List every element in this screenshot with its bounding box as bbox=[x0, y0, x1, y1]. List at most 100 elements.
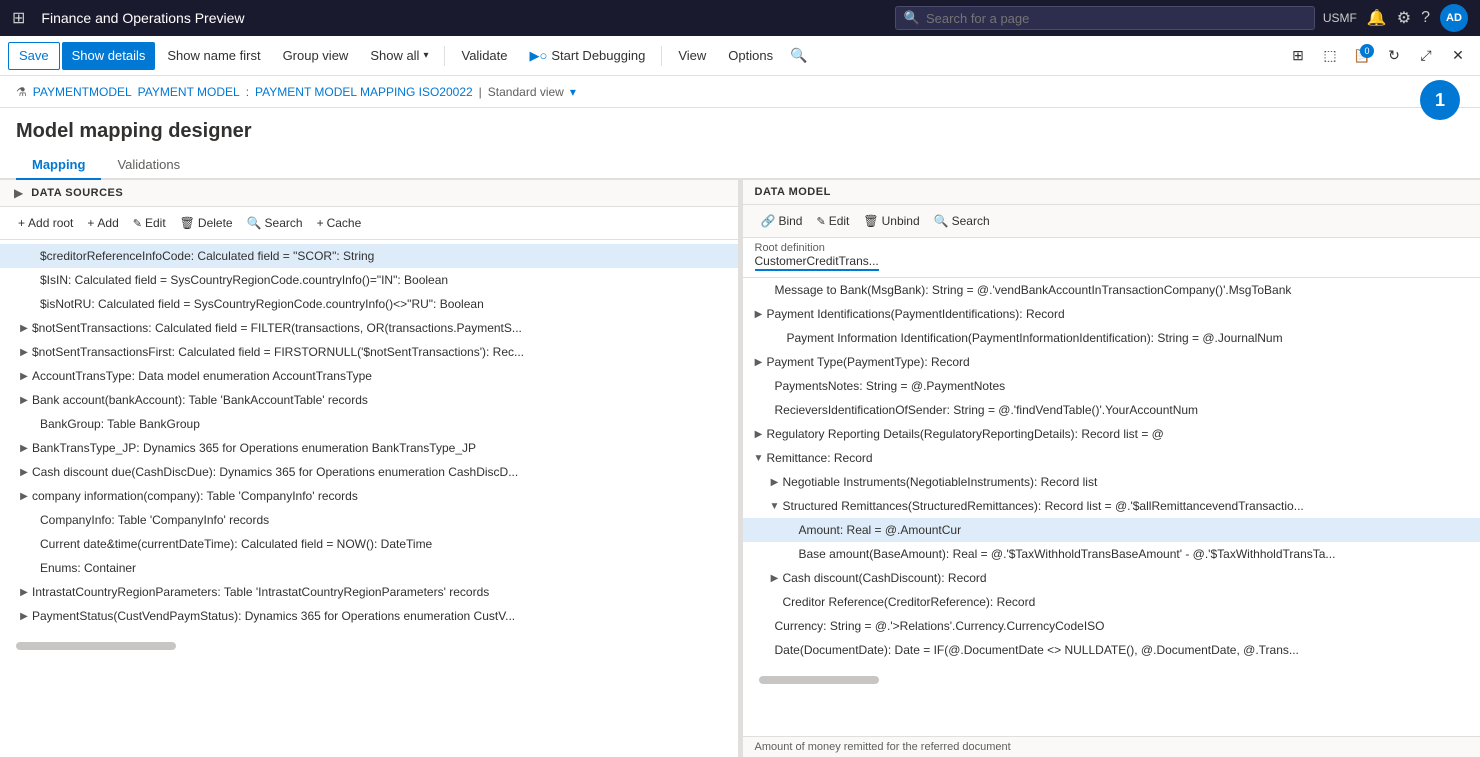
tree-item[interactable]: ▶ $notSentTransactionsFirst: Calculated … bbox=[0, 340, 738, 364]
start-debugging-button[interactable]: ▶○ Start Debugging bbox=[520, 42, 656, 70]
tree-item[interactable]: $IsIN: Calculated field = SysCountryRegi… bbox=[0, 268, 738, 292]
breadcrumb-sep1: : bbox=[246, 85, 249, 99]
toolbar-icon-3[interactable]: 📋 0 bbox=[1348, 42, 1376, 70]
tree-item[interactable]: Date(DocumentDate): Date = IF(@.Document… bbox=[743, 638, 1480, 662]
tree-item[interactable]: Current date&time(currentDateTime): Calc… bbox=[0, 532, 738, 556]
unbind-icon: 🗑 bbox=[863, 214, 878, 228]
edit-button[interactable]: ✎ Edit bbox=[127, 211, 172, 235]
expand-icon[interactable]: ▶ bbox=[16, 464, 32, 480]
search-toolbar-button[interactable]: 🔍 bbox=[785, 42, 813, 70]
data-sources-expand-btn[interactable]: ▶ bbox=[12, 186, 25, 200]
tree-item[interactable]: ▶ Cash discount(CashDiscount): Record bbox=[743, 566, 1480, 590]
tab-validations[interactable]: Validations bbox=[101, 151, 196, 180]
expand-icon[interactable]: ▼ bbox=[767, 498, 783, 514]
maximize-button[interactable]: ⤢ bbox=[1412, 42, 1440, 70]
tree-item[interactable]: Payment Information Identification(Payme… bbox=[743, 326, 1480, 350]
show-name-first-button[interactable]: Show name first bbox=[157, 42, 270, 70]
close-button[interactable]: ✕ bbox=[1444, 42, 1472, 70]
expand-icon[interactable]: ▶ bbox=[16, 392, 32, 408]
expand-icon[interactable]: ▶ bbox=[16, 608, 32, 624]
expand-icon[interactable]: ▶ bbox=[16, 440, 32, 456]
expand-icon[interactable]: ▶ bbox=[16, 320, 32, 336]
tree-item[interactable]: ▶ Negotiable Instruments(NegotiableInstr… bbox=[743, 470, 1480, 494]
tab-mapping[interactable]: Mapping bbox=[16, 151, 101, 180]
tree-item[interactable]: ▶ Payment Type(PaymentType): Record bbox=[743, 350, 1480, 374]
save-button[interactable]: Save bbox=[8, 42, 60, 70]
tree-item[interactable]: ▶ Regulatory Reporting Details(Regulator… bbox=[743, 422, 1480, 446]
search-ds-button[interactable]: 🔍 Search bbox=[241, 211, 309, 235]
expand-icon[interactable]: ▶ bbox=[16, 488, 32, 504]
view-button[interactable]: View bbox=[668, 42, 716, 70]
tree-item[interactable]: $isNotRU: Calculated field = SysCountryR… bbox=[0, 292, 738, 316]
breadcrumb-view-label[interactable]: Standard view bbox=[488, 85, 564, 99]
expand-icon[interactable]: ▶ bbox=[767, 474, 783, 490]
toolbar-icon-1[interactable]: ⊞ bbox=[1284, 42, 1312, 70]
breadcrumb-part1[interactable]: PAYMENTMODEL bbox=[33, 85, 132, 99]
expand-icon[interactable]: ▶ bbox=[751, 354, 767, 370]
toolbar-icon-4[interactable]: ↻ bbox=[1380, 42, 1408, 70]
breadcrumb-chevron[interactable]: ▾ bbox=[570, 85, 576, 99]
tree-item[interactable]: ▶ BankTransType_JP: Dynamics 365 for Ope… bbox=[0, 436, 738, 460]
search-input[interactable] bbox=[926, 11, 1306, 26]
tree-item[interactable]: ▼ Structured Remittances(StructuredRemit… bbox=[743, 494, 1480, 518]
settings-icon[interactable]: ⚙ bbox=[1397, 8, 1411, 28]
delete-button[interactable]: 🗑 Delete bbox=[174, 211, 239, 235]
app-grid-icon[interactable]: ⊞ bbox=[12, 8, 25, 28]
tree-item[interactable]: RecieversIdentificationOfSender: String … bbox=[743, 398, 1480, 422]
expand-icon[interactable]: ▶ bbox=[16, 584, 32, 600]
expand-icon bbox=[759, 402, 775, 418]
data-sources-title: DATA SOURCES bbox=[31, 187, 725, 199]
tree-item[interactable]: Message to Bank(MsgBank): String = @.'ve… bbox=[743, 278, 1480, 302]
plus-icon: + bbox=[18, 216, 25, 230]
tree-item[interactable]: Enums: Container bbox=[0, 556, 738, 580]
tree-item[interactable]: ▶ IntrastatCountryRegionParameters: Tabl… bbox=[0, 580, 738, 604]
group-view-button[interactable]: Group view bbox=[273, 42, 359, 70]
bell-icon[interactable]: 🔔 bbox=[1367, 8, 1387, 28]
tree-item[interactable]: Amount: Real = @.AmountCur bbox=[743, 518, 1480, 542]
expand-icon[interactable]: ▶ bbox=[767, 570, 783, 586]
tree-item[interactable]: ▶ PaymentStatus(CustVendPaymStatus): Dyn… bbox=[0, 604, 738, 628]
tree-item[interactable]: Currency: String = @.'>Relations'.Curren… bbox=[743, 614, 1480, 638]
horizontal-scrollbar-left[interactable] bbox=[16, 642, 176, 650]
tree-item[interactable]: ▶ company information(company): Table 'C… bbox=[0, 484, 738, 508]
help-icon[interactable]: ? bbox=[1421, 9, 1430, 27]
tree-item[interactable]: ▶ $notSentTransactions: Calculated field… bbox=[0, 316, 738, 340]
tree-item[interactable]: ▶ AccountTransType: Data model enumerati… bbox=[0, 364, 738, 388]
expand-icon[interactable]: ▼ bbox=[751, 450, 767, 466]
search-dm-button[interactable]: 🔍 Search bbox=[928, 209, 996, 233]
tree-item[interactable]: ▼ Remittance: Record bbox=[743, 446, 1480, 470]
edit-dm-button[interactable]: ✎ Edit bbox=[810, 209, 855, 233]
breadcrumb-part3[interactable]: PAYMENT MODEL MAPPING ISO20022 bbox=[255, 85, 473, 99]
tree-item[interactable]: Base amount(BaseAmount): Real = @.'$TaxW… bbox=[743, 542, 1480, 566]
tree-item[interactable]: ▶ Bank account(bankAccount): Table 'Bank… bbox=[0, 388, 738, 412]
toolbar-icon-2[interactable]: ⬚ bbox=[1316, 42, 1344, 70]
tree-item[interactable]: Creditor Reference(CreditorReference): R… bbox=[743, 590, 1480, 614]
data-model-tree: Message to Bank(MsgBank): String = @.'ve… bbox=[743, 278, 1480, 736]
root-definition-value[interactable]: CustomerCreditTrans... bbox=[755, 254, 879, 271]
expand-icon[interactable]: ▶ bbox=[16, 368, 32, 384]
top-nav-right: USMF 🔔 ⚙ ? AD bbox=[1323, 4, 1468, 32]
tree-item[interactable]: PaymentsNotes: String = @.PaymentNotes bbox=[743, 374, 1480, 398]
tree-item[interactable]: CompanyInfo: Table 'CompanyInfo' records bbox=[0, 508, 738, 532]
expand-icon bbox=[783, 522, 799, 538]
validate-button[interactable]: Validate bbox=[451, 42, 517, 70]
breadcrumb-filter-icon[interactable]: ⚗ bbox=[16, 85, 27, 99]
breadcrumb-part2[interactable]: PAYMENT MODEL bbox=[138, 85, 240, 99]
tree-item[interactable]: ▶ Cash discount due(CashDiscDue): Dynami… bbox=[0, 460, 738, 484]
expand-icon[interactable]: ▶ bbox=[751, 426, 767, 442]
horizontal-scrollbar-right[interactable] bbox=[759, 676, 879, 684]
user-avatar[interactable]: AD bbox=[1440, 4, 1468, 32]
expand-icon[interactable]: ▶ bbox=[16, 344, 32, 360]
bind-button[interactable]: 🔗 Bind bbox=[755, 209, 809, 233]
show-details-button[interactable]: Show details bbox=[62, 42, 156, 70]
tree-item[interactable]: BankGroup: Table BankGroup bbox=[0, 412, 738, 436]
expand-icon[interactable]: ▶ bbox=[751, 306, 767, 322]
tree-item[interactable]: $creditorReferenceInfoCode: Calculated f… bbox=[0, 244, 738, 268]
cache-button[interactable]: + Cache bbox=[311, 211, 368, 235]
add-button[interactable]: + Add bbox=[81, 211, 124, 235]
unbind-button[interactable]: 🗑 Unbind bbox=[857, 209, 925, 233]
options-button[interactable]: Options bbox=[718, 42, 783, 70]
add-root-button[interactable]: + Add root bbox=[12, 211, 79, 235]
show-all-button[interactable]: Show all ▾ bbox=[360, 42, 438, 70]
tree-item[interactable]: ▶ Payment Identifications(PaymentIdentif… bbox=[743, 302, 1480, 326]
